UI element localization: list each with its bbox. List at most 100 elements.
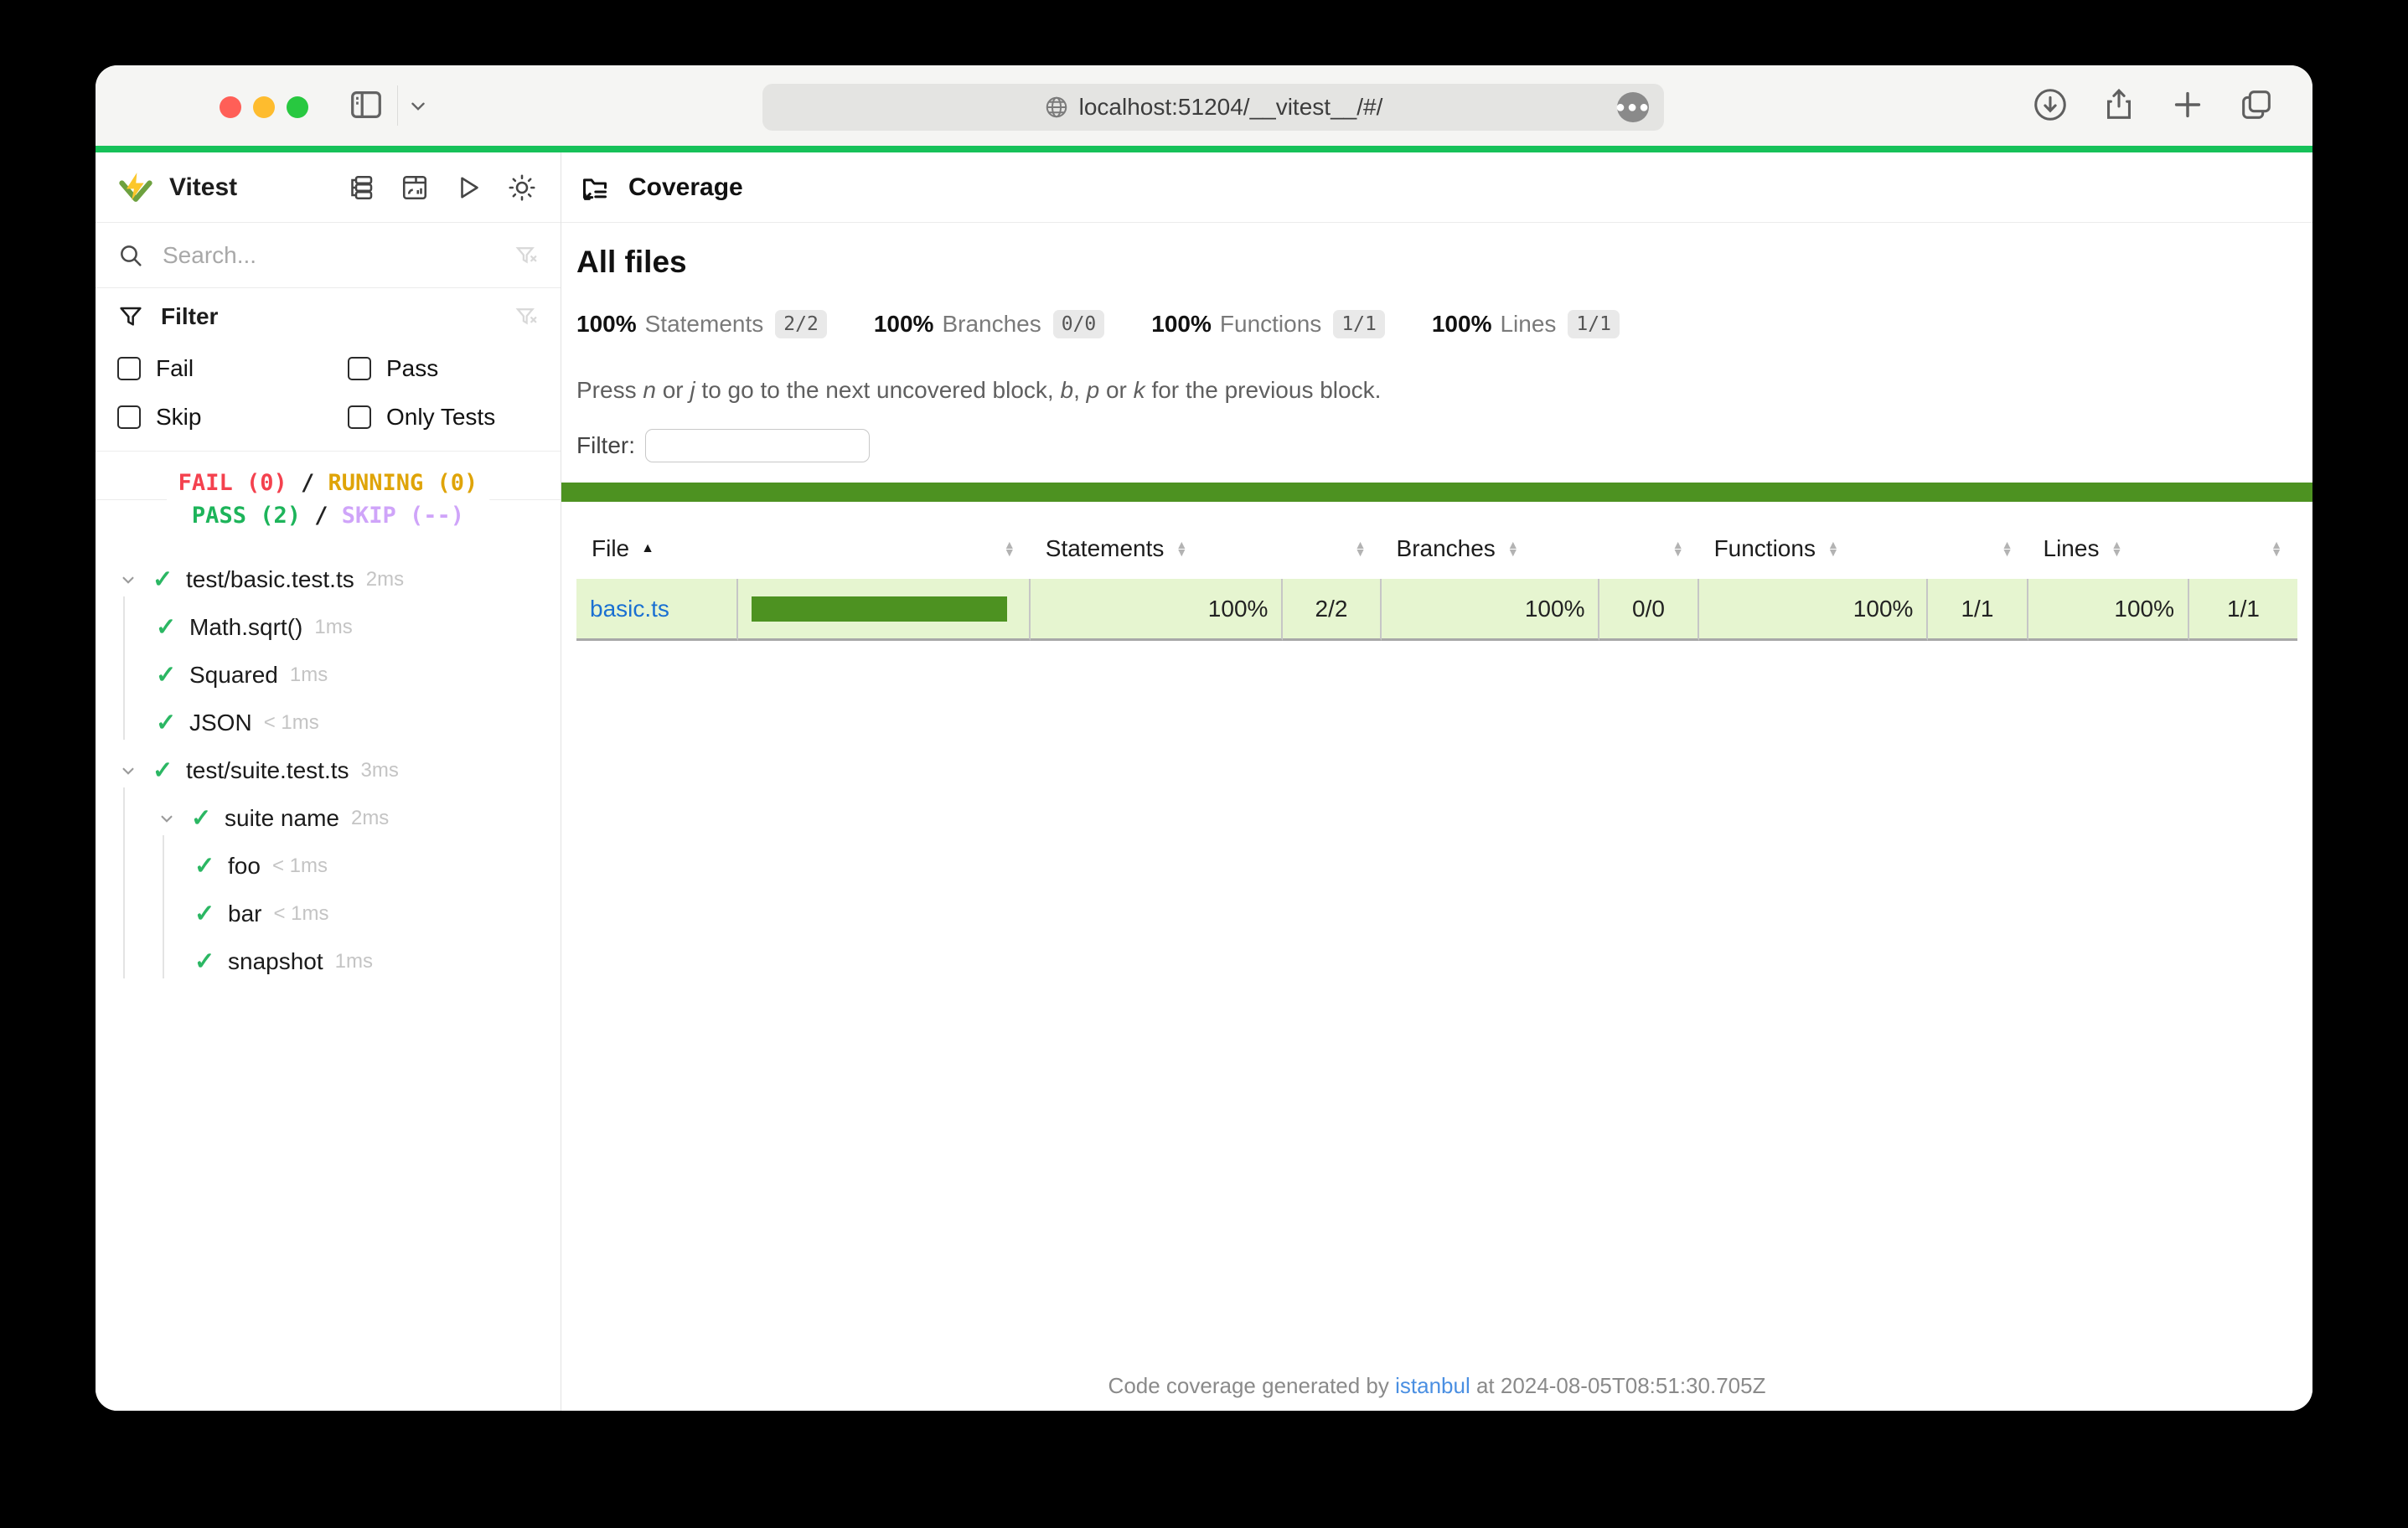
funnel-icon: [117, 303, 144, 330]
checkbox-label: Pass: [386, 355, 438, 382]
test-duration: < 1ms: [273, 902, 328, 926]
page-title: Coverage: [628, 173, 743, 202]
test-tree-item-test-basic-test-ts[interactable]: ✓test/basic.test.ts2ms: [96, 555, 561, 603]
filter-checkbox-skip[interactable]: Skip: [117, 404, 348, 431]
test-tree-item-foo[interactable]: ✓foo< 1ms: [96, 842, 561, 890]
tree-indent-guide: [123, 787, 125, 978]
table-cell: 100%: [1382, 579, 1600, 641]
chevron-down-icon[interactable]: [117, 569, 152, 591]
new-tab-icon[interactable]: [2168, 85, 2207, 124]
istanbul-link[interactable]: istanbul: [1395, 1373, 1470, 1398]
more-options-icon[interactable]: ●●●: [1617, 92, 1649, 122]
run-all-icon[interactable]: [452, 171, 485, 204]
test-name: test/suite.test.ts: [186, 757, 349, 784]
metric-percent: 100%: [1151, 311, 1212, 338]
column-label: File: [592, 535, 629, 562]
test-duration: 3ms: [361, 759, 399, 782]
report-filter-input[interactable]: [645, 429, 870, 462]
zoom-window-button[interactable]: [287, 96, 308, 118]
column-header-functions[interactable]: Functions ▲▼: [1699, 519, 1929, 579]
test-progress-bar: [96, 146, 2312, 152]
expand-collapse-icon[interactable]: [344, 171, 378, 204]
column-header-lines[interactable]: Lines ▲▼: [2028, 519, 2190, 579]
column-header-branches[interactable]: Branches▲▼: [1382, 519, 1600, 579]
pass-check-icon: ✓: [156, 708, 189, 737]
chevron-down-icon[interactable]: [156, 808, 191, 829]
sort-icon[interactable]: ▲▼: [2111, 541, 2122, 555]
file-link[interactable]: basic.ts: [590, 596, 669, 622]
column-label: Lines: [2044, 535, 2100, 562]
hint-text: or: [1099, 377, 1133, 403]
chevron-down-icon[interactable]: [407, 96, 429, 117]
clear-filter-icon[interactable]: [514, 304, 539, 329]
test-name: foo: [228, 853, 261, 880]
download-icon[interactable]: [2031, 85, 2070, 124]
sort-icon[interactable]: ▲▼: [1176, 541, 1187, 555]
search-input[interactable]: [161, 241, 514, 270]
test-tree-item-snapshot[interactable]: ✓snapshot1ms: [96, 937, 561, 985]
coverage-metrics: 100%Statements2/2100%Branches0/0100%Func…: [576, 310, 2297, 338]
sidebar-toggle-icon[interactable]: [347, 85, 385, 124]
footer-text: Code coverage generated by: [1108, 1373, 1396, 1398]
checkbox-icon[interactable]: [348, 357, 371, 380]
metric-percent: 100%: [874, 311, 934, 338]
tree-indent-guide: [163, 835, 164, 978]
filter-checkbox-only-tests[interactable]: Only Tests: [348, 404, 539, 431]
open-report-icon[interactable]: [578, 171, 612, 204]
hint-text: to go to the next uncovered block,: [695, 377, 1061, 403]
sort-icon[interactable]: ▲▼: [2271, 541, 2282, 555]
test-tree-item-math-sqrt-[interactable]: ✓Math.sqrt()1ms: [96, 603, 561, 651]
column-header-file[interactable]: File ▲: [576, 519, 738, 579]
share-icon[interactable]: [2100, 85, 2138, 124]
checkbox-label: Only Tests: [386, 404, 495, 431]
column-sorter[interactable]: ▲▼: [2189, 519, 2297, 579]
test-tree-item-bar[interactable]: ✓bar< 1ms: [96, 890, 561, 937]
address-bar[interactable]: localhost:51204/__vitest__/#/ ●●●: [762, 84, 1664, 131]
sort-icon[interactable]: ▲▼: [1004, 541, 1015, 555]
test-tree-item-suite-name[interactable]: ✓suite name2ms: [96, 794, 561, 842]
globe-icon: [1044, 95, 1069, 120]
table-cell: 100%: [1031, 579, 1284, 641]
column-sorter[interactable]: ▲▼: [1283, 519, 1381, 579]
sort-ascending-icon: ▲: [641, 541, 654, 556]
column-header-statements[interactable]: Statements▲▼: [1031, 519, 1284, 579]
table-cell: 1/1: [1928, 579, 2028, 641]
checkbox-icon[interactable]: [117, 405, 141, 429]
sun-icon[interactable]: [505, 171, 539, 204]
dashboard-icon[interactable]: [398, 171, 431, 204]
metric-functions: 100%Functions1/1: [1151, 310, 1385, 338]
checkbox-icon[interactable]: [348, 405, 371, 429]
column-sorter[interactable]: ▲▼: [1599, 519, 1698, 579]
hint-text: k: [1134, 377, 1145, 403]
test-tree-item-json[interactable]: ✓JSON< 1ms: [96, 699, 561, 746]
metric-label: Lines: [1500, 311, 1556, 338]
sort-icon[interactable]: ▲▼: [1355, 541, 1367, 555]
column-sorter[interactable]: ▲▼: [738, 519, 1031, 579]
test-tree-item-squared[interactable]: ✓Squared1ms: [96, 651, 561, 699]
filter-checkbox-pass[interactable]: Pass: [348, 355, 539, 382]
checkbox-icon[interactable]: [117, 357, 141, 380]
browser-window: localhost:51204/__vitest__/#/ ●●●: [96, 65, 2312, 1411]
metric-label: Statements: [645, 311, 764, 338]
sort-icon[interactable]: ▲▼: [2002, 541, 2013, 555]
report-footer: Code coverage generated by istanbul at 2…: [561, 1373, 2312, 1399]
test-name: test/basic.test.ts: [186, 566, 354, 593]
report-filter-row: Filter:: [576, 429, 2297, 462]
sort-icon[interactable]: ▲▼: [1507, 541, 1519, 555]
column-label: Functions: [1714, 535, 1816, 562]
minimize-window-button[interactable]: [253, 96, 275, 118]
metric-lines: 100%Lines1/1: [1432, 310, 1620, 338]
sort-icon[interactable]: ▲▼: [1827, 541, 1839, 555]
filter-checkbox-fail[interactable]: Fail: [117, 355, 348, 382]
metric-branches: 100%Branches0/0: [874, 310, 1104, 338]
hint-text: for the previous block.: [1145, 377, 1382, 403]
chevron-down-icon[interactable]: [117, 760, 152, 782]
coverage-report: All files 100%Statements2/2100%Branches0…: [561, 223, 2312, 1411]
close-window-button[interactable]: [220, 96, 241, 118]
sort-icon[interactable]: ▲▼: [1672, 541, 1684, 555]
pass-check-icon: ✓: [156, 612, 189, 642]
test-tree-item-test-suite-test-ts[interactable]: ✓test/suite.test.ts3ms: [96, 746, 561, 794]
column-sorter[interactable]: ▲▼: [1928, 519, 2028, 579]
clear-search-filter-icon[interactable]: [514, 243, 539, 268]
tabs-icon[interactable]: [2237, 85, 2276, 124]
